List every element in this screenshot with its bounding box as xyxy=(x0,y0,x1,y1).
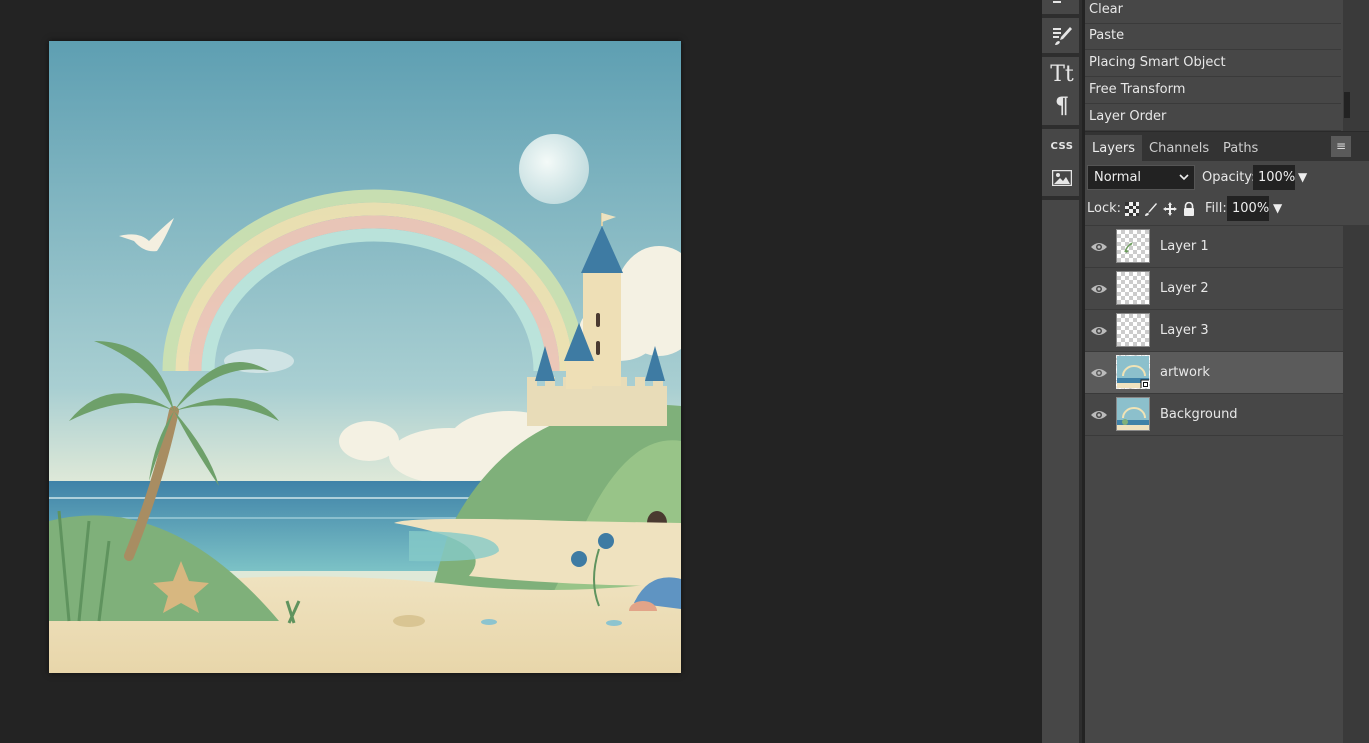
fill-input[interactable]: 100% xyxy=(1227,196,1269,221)
history-panel: Clear Paste Placing Smart Object Free Tr… xyxy=(1085,0,1343,131)
blend-mode-select[interactable]: Normal xyxy=(1087,165,1195,190)
history-item[interactable]: Placing Smart Object xyxy=(1085,51,1341,77)
panel-menu-icon[interactable]: ≡ xyxy=(1331,136,1351,157)
fill-dropdown-icon[interactable]: ▼ xyxy=(1273,201,1282,215)
layers-panel-tabs: Layers Channels Paths ≡ xyxy=(1085,131,1369,162)
right-panel: Clear Paste Placing Smart Object Free Tr… xyxy=(1085,0,1369,743)
layer-row-layer-2[interactable]: Layer 2 xyxy=(1085,268,1343,310)
tab-layers[interactable]: Layers xyxy=(1085,135,1143,162)
character-icon[interactable]: Tt xyxy=(1042,57,1082,91)
layers-list: Layer 1 Layer 2 Layer 3 artwork Backgrou… xyxy=(1085,225,1343,743)
blend-row: Normal Opacity: 100% ▼ xyxy=(1085,163,1369,193)
artwork-illustration xyxy=(49,41,681,673)
visibility-eye-icon[interactable] xyxy=(1090,238,1108,256)
layer-thumbnail xyxy=(1116,397,1150,431)
css-icon[interactable]: CSS xyxy=(1042,129,1082,163)
history-item[interactable]: Clear xyxy=(1085,0,1341,24)
lock-position-icon[interactable] xyxy=(1163,202,1177,216)
tab-channels[interactable]: Channels xyxy=(1142,135,1216,162)
layers-scrollbar[interactable] xyxy=(1343,225,1369,743)
opacity-label: Opacity: xyxy=(1202,170,1256,185)
history-item[interactable]: Paste xyxy=(1085,24,1341,50)
image-icon[interactable] xyxy=(1042,161,1082,195)
visibility-eye-icon[interactable] xyxy=(1090,364,1108,382)
layer-name[interactable]: Layer 3 xyxy=(1160,310,1209,352)
layer-name[interactable]: Layer 1 xyxy=(1160,226,1209,268)
document-canvas[interactable] xyxy=(49,41,681,673)
lock-label: Lock: xyxy=(1087,201,1122,216)
visibility-eye-icon[interactable] xyxy=(1090,406,1108,424)
opacity-input[interactable]: 100% xyxy=(1253,165,1295,190)
layer-thumbnail xyxy=(1116,229,1150,263)
opacity-dropdown-icon[interactable]: ▼ xyxy=(1298,170,1307,184)
lock-pixels-icon[interactable] xyxy=(1144,202,1158,216)
chevron-down-icon xyxy=(1179,166,1189,197)
history-item[interactable]: Free Transform xyxy=(1085,78,1341,104)
layer-thumbnail xyxy=(1116,313,1150,347)
paragraph-icon[interactable]: ¶ xyxy=(1042,89,1082,123)
visibility-eye-icon[interactable] xyxy=(1090,280,1108,298)
layer-row-layer-1[interactable]: Layer 1 xyxy=(1085,226,1343,268)
panel-toolstrip: Tt ¶ CSS xyxy=(1042,0,1082,743)
layer-thumbnail xyxy=(1116,271,1150,305)
toolstrip-divider xyxy=(1042,196,1082,200)
fill-label: Fill: xyxy=(1205,201,1227,216)
lock-transparency-icon[interactable] xyxy=(1125,202,1139,216)
layer-name[interactable]: Layer 2 xyxy=(1160,268,1209,310)
layer-name[interactable]: Background xyxy=(1160,394,1238,436)
tab-paths[interactable]: Paths xyxy=(1216,135,1265,162)
layer-name[interactable]: artwork xyxy=(1160,352,1210,394)
scrollbar-thumb[interactable] xyxy=(1344,92,1350,118)
history-item[interactable]: Layer Order xyxy=(1085,105,1341,131)
layer-row-background[interactable]: Background xyxy=(1085,394,1343,436)
visibility-eye-icon[interactable] xyxy=(1090,322,1108,340)
blend-mode-value: Normal xyxy=(1094,170,1142,185)
history-scrollbar[interactable] xyxy=(1343,0,1369,131)
lock-all-icon[interactable] xyxy=(1182,202,1196,216)
workspace[interactable] xyxy=(0,0,1042,743)
layer-thumbnail xyxy=(1116,355,1150,389)
lock-row: Lock: Fill: 100% ▼ xyxy=(1085,194,1369,224)
toolstrip-divider xyxy=(1042,14,1082,18)
brush-settings-icon[interactable] xyxy=(1042,19,1082,53)
layer-row-artwork[interactable]: artwork xyxy=(1085,352,1343,394)
layer-row-layer-3[interactable]: Layer 3 xyxy=(1085,310,1343,352)
